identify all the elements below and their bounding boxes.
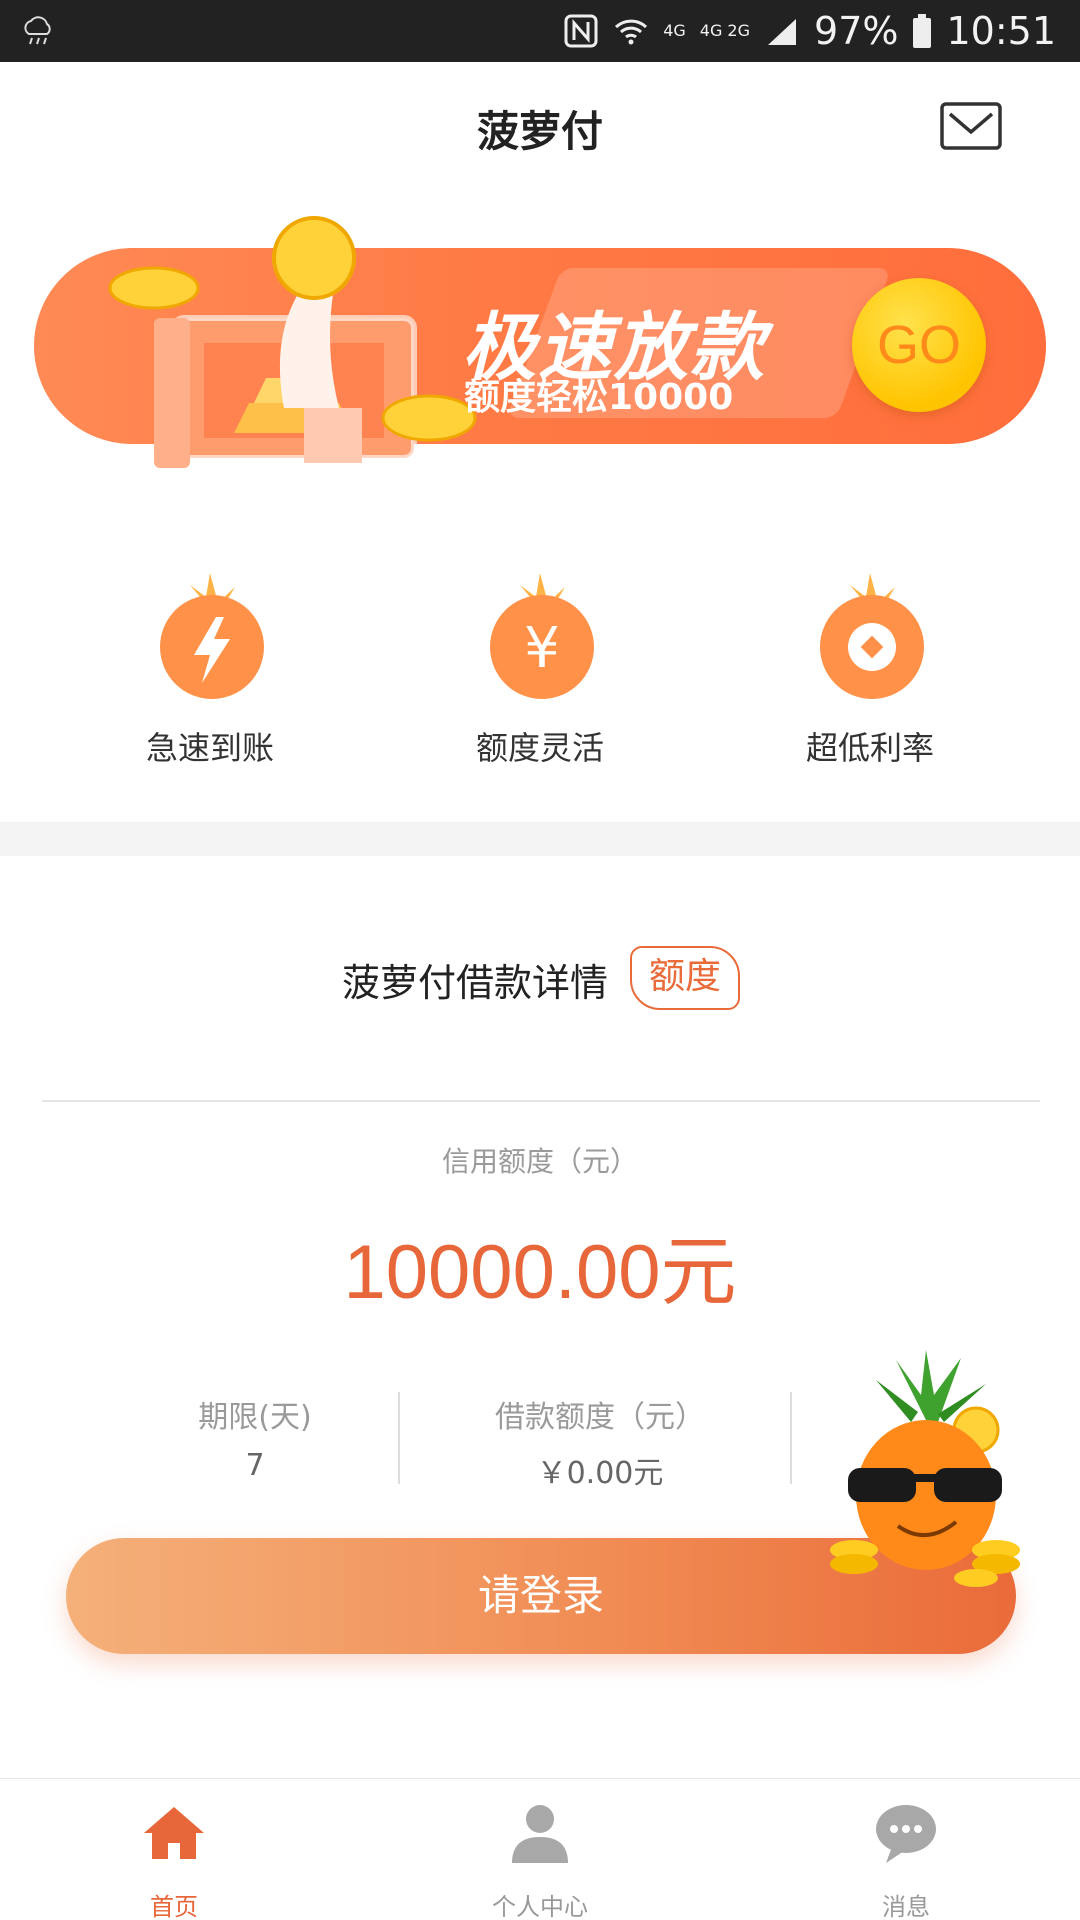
- bottom-navigation: 首页 个人中心 消息: [0, 1778, 1080, 1920]
- coin-icon: [820, 573, 924, 699]
- wifi-icon: [615, 19, 648, 45]
- nfc-icon: [564, 14, 598, 48]
- stat-separator: [790, 1392, 792, 1484]
- limit-tag: 额度: [630, 946, 740, 1010]
- term-value: 7: [245, 1448, 265, 1483]
- mail-icon[interactable]: [940, 102, 1002, 150]
- network-type: 4G: [663, 23, 686, 39]
- yen-icon: ¥: [490, 573, 594, 699]
- lightning-icon: [160, 573, 264, 699]
- tab-label: 个人中心: [492, 1893, 588, 1920]
- go-button[interactable]: GO: [852, 278, 986, 412]
- tab-home[interactable]: 首页: [74, 1791, 274, 1920]
- banner-subtitle: 额度轻松10000: [464, 377, 734, 418]
- loan-amount-label: 借款额度（元）: [495, 1400, 705, 1435]
- app-header: 菠萝付: [0, 62, 1080, 190]
- feature-fast-arrival[interactable]: 急速到账: [100, 565, 320, 785]
- network-bottom-label: 4G 2G: [699, 21, 751, 40]
- cloud-rain-icon: [24, 16, 51, 45]
- stat-separator: [398, 1392, 400, 1484]
- chat-icon: [876, 1805, 936, 1863]
- signal-icon: [768, 19, 797, 45]
- go-label: GO: [876, 315, 961, 375]
- credit-limit-label: 信用额度（元）: [441, 1145, 638, 1178]
- term-stat: 期限(天) 7: [150, 1392, 360, 1483]
- feature-flexible-limit[interactable]: ¥ 额度灵活: [430, 565, 650, 785]
- home-icon: [144, 1807, 204, 1859]
- feature-label: 急速到账: [145, 729, 274, 767]
- tab-profile[interactable]: 个人中心: [440, 1791, 640, 1920]
- battery-percent: 97%: [814, 9, 899, 53]
- tab-label: 消息: [882, 1893, 930, 1920]
- svg-text:¥: ¥: [524, 616, 560, 681]
- details-divider: [42, 1100, 1040, 1102]
- feature-low-rate[interactable]: 超低利率: [760, 565, 980, 785]
- tab-messages[interactable]: 消息: [806, 1791, 1006, 1920]
- section-divider: [0, 822, 1080, 856]
- network-top-label: 4G: [663, 21, 686, 40]
- loan-details-title: 菠萝付借款详情: [342, 961, 609, 1005]
- status-bar: 4G 4G 2G 97% 10:51: [0, 0, 1080, 62]
- clock: 10:51: [946, 9, 1056, 53]
- feature-label: 超低利率: [805, 729, 934, 767]
- tab-label: 首页: [150, 1893, 198, 1920]
- loan-amount-stat: 借款额度（元） ￥0.00元: [440, 1392, 760, 1492]
- pineapple-mascot: [830, 1350, 1020, 1587]
- network-type-secondary: 4G 2G: [700, 23, 750, 39]
- loan-amount-value: ￥0.00元: [536, 1456, 664, 1491]
- safe-coins-illustration: [108, 216, 477, 468]
- feature-label: 额度灵活: [475, 729, 604, 767]
- battery-icon: [913, 14, 932, 48]
- term-label: 期限(天): [198, 1400, 312, 1435]
- features-row: 急速到账 ¥ 额度灵活 超低利率: [0, 565, 1080, 785]
- page-title: 菠萝付: [476, 107, 603, 156]
- person-icon: [512, 1805, 568, 1863]
- promo-banner[interactable]: 极速放款 额度轻松10000 GO: [34, 216, 1046, 468]
- credit-limit-amount: 10000.00元: [343, 1230, 737, 1315]
